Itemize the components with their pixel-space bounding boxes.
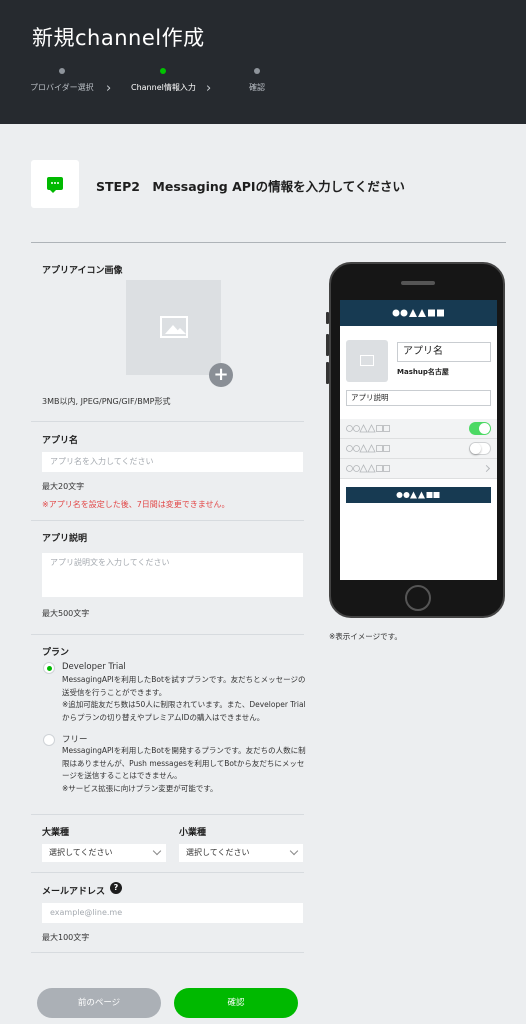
preview-company: Mashup名古屋 bbox=[397, 368, 449, 376]
divider bbox=[31, 421, 304, 422]
app-icon-upload[interactable] bbox=[126, 280, 221, 375]
step-confirm: 確認 bbox=[249, 68, 265, 93]
shapes-logo-icon bbox=[392, 309, 444, 317]
divider bbox=[31, 814, 304, 815]
preview-row bbox=[340, 419, 497, 439]
preview-description: アプリ説明 bbox=[346, 390, 491, 406]
app-name-hint: 最大20文字 bbox=[42, 482, 85, 491]
plan-desc-developer-trial: MessagingAPIを利用したBotを試すプランです。友だちとメッセージの送… bbox=[62, 675, 306, 722]
step-label: プロバイダー選択 bbox=[30, 83, 94, 92]
select-value: 選択してください bbox=[49, 848, 113, 857]
page-title: 新規channel作成 bbox=[32, 26, 205, 50]
step-dot bbox=[160, 68, 167, 74]
select-value: 選択してください bbox=[186, 848, 250, 857]
app-description-label: アプリ説明 bbox=[42, 534, 88, 544]
shapes-placeholder-icon bbox=[346, 464, 390, 473]
plan-label: プラン bbox=[42, 648, 70, 658]
email-input[interactable]: example@line.me bbox=[42, 903, 303, 923]
preview-button bbox=[346, 487, 491, 503]
plan-title-developer-trial: Developer Trial bbox=[62, 662, 126, 672]
step-indicator: プロバイダー選択 › Channel情報入力 › 確認 bbox=[0, 68, 526, 108]
question-icon[interactable]: ? bbox=[110, 882, 122, 894]
step-heading: STEP2 Messaging APIの情報を入力してください bbox=[96, 179, 405, 194]
step-label: 確認 bbox=[249, 83, 265, 92]
image-placeholder-icon bbox=[160, 316, 188, 338]
large-category-select[interactable]: 選択してください bbox=[42, 844, 166, 862]
app-name-input[interactable]: アプリ名を入力してください bbox=[42, 452, 303, 472]
chevron-right-icon: › bbox=[206, 81, 212, 96]
chat-bubble-icon bbox=[47, 177, 63, 193]
email-hint: 最大100文字 bbox=[42, 933, 90, 942]
step-provider: プロバイダー選択 bbox=[30, 68, 94, 93]
app-description-textarea[interactable]: アプリ説明文を入力してください bbox=[42, 553, 303, 597]
plan-radio-free[interactable] bbox=[43, 734, 55, 746]
small-category-select[interactable]: 選択してください bbox=[179, 844, 303, 862]
step-dot bbox=[58, 68, 65, 74]
prev-page-button[interactable]: 前のページ bbox=[37, 988, 161, 1018]
app-icon-hint: 3MB以内, JPEG/PNG/GIF/BMP形式 bbox=[42, 397, 171, 406]
toggle-off bbox=[469, 442, 491, 455]
preview-header bbox=[340, 300, 497, 326]
toggle-on bbox=[469, 422, 491, 435]
app-name-label: アプリ名 bbox=[42, 436, 79, 446]
plan-desc-free: MessagingAPIを利用したBotを開発するプランです。友だちの人数に制限… bbox=[62, 746, 306, 793]
small-category-label: 小業種 bbox=[179, 828, 207, 838]
shapes-placeholder-icon bbox=[346, 444, 390, 453]
divider bbox=[31, 242, 506, 243]
step-dot bbox=[254, 68, 260, 74]
confirm-button[interactable]: 確認 bbox=[174, 988, 298, 1018]
speaker-icon bbox=[401, 281, 435, 285]
divider bbox=[31, 634, 304, 635]
page-header: 新規channel作成 プロバイダー選択 › Channel情報入力 › 確認 bbox=[0, 0, 526, 124]
plan-title-free: フリー bbox=[62, 735, 88, 745]
shapes-placeholder-icon bbox=[346, 424, 390, 433]
chevron-down-icon bbox=[289, 846, 299, 856]
shapes-logo-icon bbox=[396, 491, 440, 499]
preview-caption: ※表示イメージです。 bbox=[329, 632, 402, 641]
phone-preview: アプリ名 Mashup名古屋 アプリ説明 bbox=[326, 262, 505, 618]
divider bbox=[31, 952, 304, 953]
preview-app-name: アプリ名 bbox=[397, 342, 491, 362]
chevron-right-icon: › bbox=[106, 81, 112, 96]
app-description-hint: 最大500文字 bbox=[42, 609, 90, 618]
plan-radio-developer-trial[interactable] bbox=[43, 662, 55, 674]
plus-icon[interactable]: + bbox=[209, 363, 233, 387]
phone-screen: アプリ名 Mashup名古屋 アプリ説明 bbox=[340, 300, 497, 580]
preview-avatar bbox=[346, 340, 388, 382]
email-label: メールアドレス bbox=[42, 887, 106, 897]
app-icon-label: アプリアイコン画像 bbox=[42, 266, 123, 276]
preview-settings-list bbox=[340, 419, 497, 479]
image-placeholder-icon bbox=[360, 355, 374, 366]
step-label: Channel情報入力 bbox=[131, 83, 196, 92]
preview-row bbox=[340, 439, 497, 459]
app-name-warning: ※アプリ名を設定した後、7日間は変更できません。 bbox=[42, 500, 230, 509]
step-channel-info: Channel情報入力 bbox=[131, 68, 196, 93]
divider bbox=[31, 872, 304, 873]
chevron-down-icon bbox=[152, 846, 162, 856]
home-button-icon bbox=[405, 585, 431, 611]
step-icon-box bbox=[31, 160, 79, 208]
divider bbox=[31, 520, 304, 521]
preview-row bbox=[340, 459, 497, 479]
chevron-right-icon bbox=[482, 464, 491, 473]
large-category-label: 大業種 bbox=[42, 828, 70, 838]
